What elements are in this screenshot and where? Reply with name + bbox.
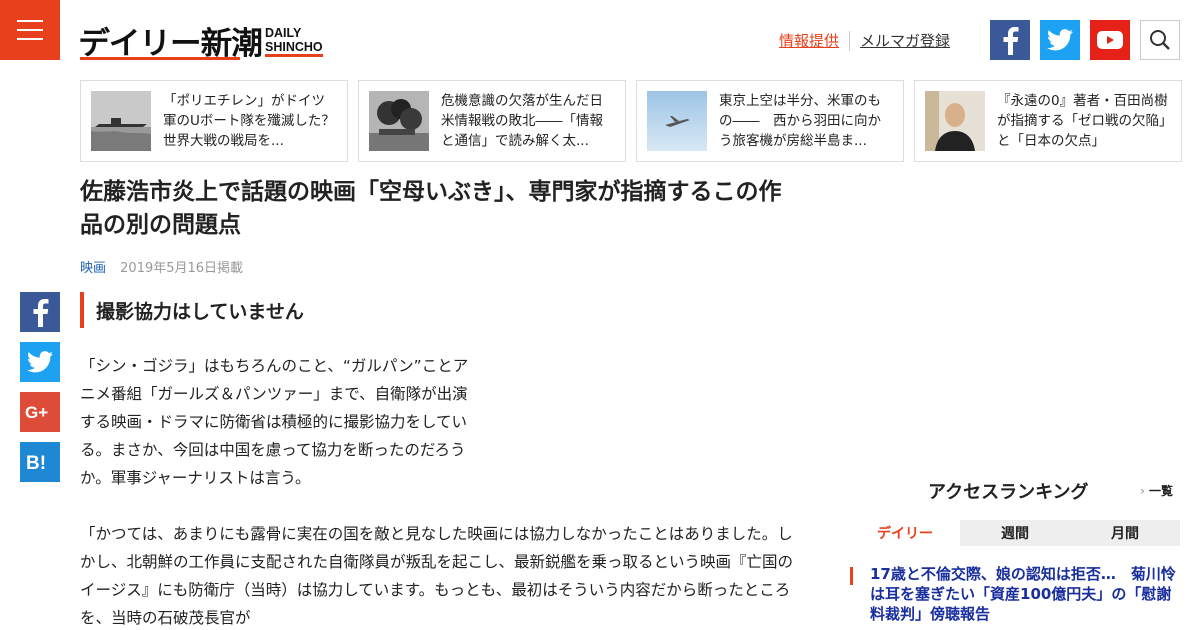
author-thumbnail [925, 91, 985, 151]
ranking-item-title: 17歳と不倫交際、娘の認知は拒否… 菊川怜は耳を塞ぎたい「資産100億円夫」の「… [870, 565, 1176, 623]
search-button[interactable] [1140, 20, 1180, 60]
facebook-icon [33, 299, 49, 327]
related-card-title: 東京上空は半分、米軍のもの―― 西から羽田に向かう旅客機が房総半島ま... [719, 93, 881, 149]
search-icon [1150, 30, 1170, 50]
explosion-thumbnail [369, 91, 429, 151]
logo-text-en: DAILY SHINCHO [265, 26, 323, 57]
related-card[interactable]: 危機意識の欠落が生んだ日米情報戦の敗北――「情報と通信」で読み解く太... [358, 80, 626, 162]
hamburger-icon-line [17, 29, 43, 31]
share-googleplus-button[interactable]: G+ [20, 392, 60, 432]
header-social [990, 20, 1180, 60]
related-articles: 「ポリエチレン」がドイツ軍のUボート隊を殲滅した？ 世界大戦の戦局を... 危機… [80, 80, 1182, 162]
twitter-icon [27, 351, 53, 373]
hamburger-menu-button[interactable] [0, 0, 60, 60]
newsletter-link[interactable]: メルマガ登録 [860, 30, 950, 51]
hamburger-icon-line [17, 20, 43, 22]
ranking-marker [850, 567, 853, 585]
related-card[interactable]: 『永遠の0』著者・百田尚樹が指摘する「ゼロ戦の欠陥」と「日本の欠点」 [914, 80, 1182, 162]
link-divider [849, 30, 851, 51]
share-twitter-button[interactable] [20, 342, 60, 382]
logo-text-jp: デイリー新潮 [78, 26, 263, 62]
twitter-icon [1047, 29, 1073, 51]
airplane-thumbnail [647, 91, 707, 151]
tab-monthly[interactable]: 月間 [1070, 520, 1180, 546]
facebook-icon [1003, 27, 1019, 55]
logo-underline [80, 57, 240, 60]
ranking-item[interactable]: 17歳と不倫交際、娘の認知は拒否… 菊川怜は耳を塞ぎたい「資産100億円夫」の「… [850, 564, 1180, 624]
googleplus-icon: G+ [25, 403, 48, 422]
related-card[interactable]: 「ポリエチレン」がドイツ軍のUボート隊を殲滅した？ 世界大戦の戦局を... [80, 80, 348, 162]
article-paragraph: 「シン・ゴジラ」はもちろんのこと、“ガルパン”ことアニメ番組「ガールズ＆パンツァ… [80, 357, 469, 487]
ranking-title: アクセスランキング [928, 482, 1089, 503]
svg-text:G+: G+ [25, 403, 48, 422]
related-card-title: 『永遠の0』著者・百田尚樹が指摘する「ゼロ戦の欠陥」と「日本の欠点」 [997, 93, 1168, 149]
article-date: 2019年5月16日掲載 [120, 261, 244, 276]
submarine-thumbnail [91, 91, 151, 151]
hatena-bookmark-icon: B! [26, 453, 46, 473]
related-card-title: 危機意識の欠落が生んだ日米情報戦の敗北――「情報と通信」で読み解く太... [441, 93, 603, 149]
logo-en-line2: SHINCHO [265, 40, 323, 54]
share-hatena-button[interactable]: B! [20, 442, 60, 482]
article-subheading: 撮影協力はしていません [80, 292, 304, 328]
article-paragraph: 「かつては、あまりにも露骨に実在の国を敵と見なした映画には協力しなかったことはあ… [80, 525, 794, 627]
ranking-all-link[interactable]: › 一覧 [1140, 482, 1173, 499]
header-links: 情報提供 メルマガ登録 [779, 30, 950, 51]
svg-text:B!: B! [26, 453, 46, 473]
tab-weekly[interactable]: 週間 [960, 520, 1070, 546]
share-buttons: G+ B! [20, 292, 60, 482]
youtube-icon [1097, 31, 1123, 49]
tab-daily[interactable]: デイリー [850, 520, 960, 546]
article-title: 佐藤浩市炎上で話題の映画「空母いぶき」、専門家が指摘するこの作品の別の問題点 [80, 179, 782, 238]
related-card[interactable]: 東京上空は半分、米軍のもの―― 西から羽田に向かう旅客機が房総半島ま... [636, 80, 904, 162]
logo-en-line1: DAILY [265, 26, 302, 40]
chevron-right-icon: › [1140, 484, 1145, 498]
related-card-title: 「ポリエチレン」がドイツ軍のUボート隊を殲滅した？ 世界大戦の戦局を... [163, 93, 335, 149]
youtube-button[interactable] [1090, 20, 1130, 60]
article-meta: 映画 2019年5月16日掲載 [80, 257, 243, 276]
info-provide-link[interactable]: 情報提供 [779, 30, 839, 51]
hamburger-icon-line [17, 38, 43, 40]
ranking-all-label: 一覧 [1148, 484, 1173, 498]
facebook-button[interactable] [990, 20, 1030, 60]
article-category-link[interactable]: 映画 [80, 261, 106, 276]
site-logo[interactable]: デイリー新潮 DAILY SHINCHO [78, 16, 323, 62]
twitter-button[interactable] [1040, 20, 1080, 60]
ranking-tabs: デイリー 週間 月間 [850, 520, 1180, 546]
share-facebook-button[interactable] [20, 292, 60, 332]
